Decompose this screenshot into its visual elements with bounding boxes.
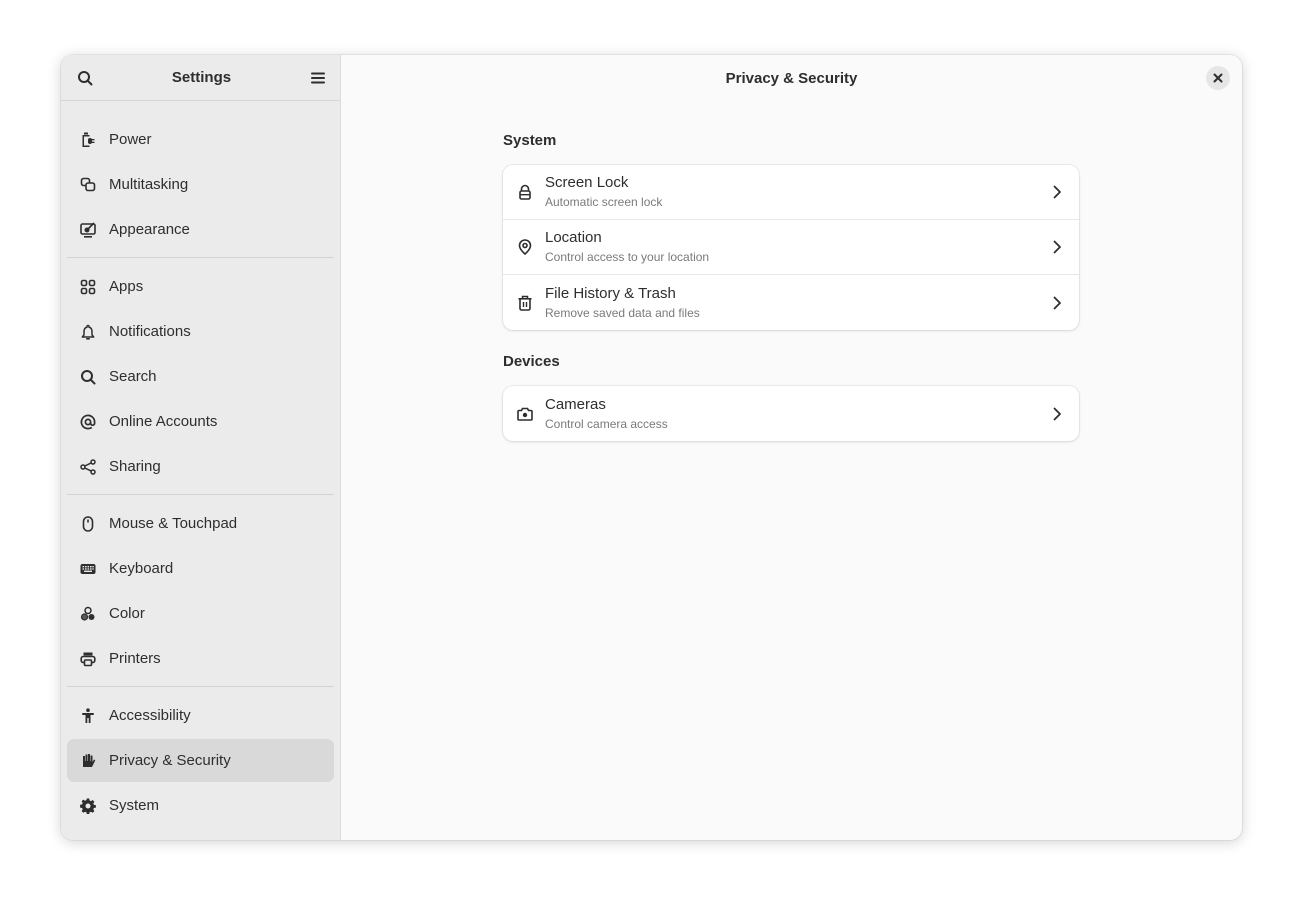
- close-button[interactable]: [1206, 66, 1230, 90]
- sidebar-item-label: Mouse & Touchpad: [109, 515, 238, 532]
- camera-icon: [517, 406, 533, 422]
- apps-grid-icon: [80, 279, 96, 295]
- row-file-history-trash[interactable]: File History & Trash Remove saved data a…: [503, 275, 1079, 330]
- row-cameras[interactable]: Cameras Control camera access: [503, 386, 1079, 441]
- row-title: File History & Trash: [545, 284, 676, 302]
- speaker-icon: [80, 101, 96, 103]
- sidebar-item-label: Printers: [109, 650, 161, 667]
- sidebar-item-keyboard[interactable]: Keyboard: [67, 547, 334, 590]
- sidebar-item-printers[interactable]: Printers: [67, 637, 334, 680]
- section-title-devices: Devices: [503, 353, 560, 370]
- system-list: Screen Lock Automatic screen lock Locati…: [503, 165, 1079, 330]
- gear-icon: [80, 798, 96, 814]
- sidebar-item-label: Sound: [109, 101, 152, 103]
- sidebar-item-label: Multitasking: [109, 176, 189, 193]
- hand-icon: [80, 753, 96, 769]
- hamburger-menu-icon: [310, 70, 326, 86]
- sidebar-item-label: Search: [109, 368, 157, 385]
- search-icon: [77, 70, 93, 86]
- row-title: Screen Lock: [545, 174, 629, 191]
- sidebar-item-label: Keyboard: [109, 560, 174, 577]
- sidebar-item-sharing[interactable]: Sharing: [67, 445, 334, 488]
- lock-icon: [517, 184, 533, 200]
- search-button[interactable]: [75, 68, 95, 88]
- sidebar-item-label: Appearance: [109, 221, 190, 238]
- row-location[interactable]: Location Control access to your location: [503, 220, 1079, 275]
- chevron-right-icon: [1049, 295, 1065, 311]
- sidebar-item-color[interactable]: Color: [67, 592, 334, 635]
- settings-window: Settings Sound Power Mu: [61, 55, 1242, 840]
- row-subtitle: Control access to your location: [545, 250, 710, 264]
- sidebar-item-appearance[interactable]: Appearance: [67, 208, 334, 251]
- keyboard-icon: [80, 561, 96, 577]
- content-header: Privacy & Security: [341, 55, 1242, 101]
- sidebar-item-search[interactable]: Search: [67, 355, 334, 398]
- location-pin-icon: [517, 239, 533, 255]
- sidebar-item-sound[interactable]: Sound: [67, 101, 334, 116]
- sidebar-header: Settings: [61, 55, 340, 101]
- sidebar-item-label: Accessibility: [109, 707, 191, 724]
- at-sign-icon: [80, 414, 96, 430]
- row-subtitle: Automatic screen lock: [545, 195, 663, 209]
- sidebar-item-label: Color: [109, 605, 145, 622]
- accessibility-icon: [80, 707, 96, 724]
- sidebar-item-power[interactable]: Power: [67, 118, 334, 161]
- sidebar-title: Settings: [171, 69, 232, 86]
- row-subtitle: Control camera access: [545, 416, 668, 431]
- sidebar-item-notifications[interactable]: Notifications: [67, 310, 334, 353]
- sidebar-item-online-accounts[interactable]: Online Accounts: [67, 400, 334, 443]
- sidebar-item-label: Notifications: [109, 323, 191, 340]
- chevron-right-icon: [1049, 406, 1065, 422]
- search-icon: [80, 369, 96, 385]
- row-title: Cameras: [545, 395, 606, 413]
- sidebar-item-label: System: [109, 797, 160, 814]
- sidebar-item-multitasking[interactable]: Multitasking: [67, 163, 334, 206]
- appearance-icon: [80, 221, 96, 238]
- sidebar-item-privacy-security[interactable]: Privacy & Security: [67, 739, 334, 782]
- row-title: Location: [545, 229, 602, 246]
- color-icon: [80, 606, 96, 622]
- sidebar-item-label: Apps: [109, 278, 144, 295]
- sidebar-item-label: Online Accounts: [109, 413, 218, 430]
- main-menu-button[interactable]: [308, 68, 328, 88]
- sidebar-item-accessibility[interactable]: Accessibility: [67, 694, 334, 737]
- mouse-icon: [80, 515, 96, 532]
- devices-list: Cameras Control camera access: [503, 386, 1079, 441]
- bell-icon: [80, 324, 96, 340]
- trash-icon: [517, 295, 533, 311]
- sidebar-separator: [67, 257, 334, 258]
- share-icon: [80, 458, 96, 475]
- sidebar: Settings Sound Power Mu: [61, 55, 341, 840]
- row-subtitle: Remove saved data and files: [545, 305, 700, 320]
- close-icon: [1213, 73, 1223, 83]
- sidebar-item-mouse-touchpad[interactable]: Mouse & Touchpad: [67, 502, 334, 545]
- sidebar-item-apps[interactable]: Apps: [67, 265, 334, 308]
- printer-icon: [80, 651, 96, 667]
- section-title-system: System: [503, 132, 557, 149]
- battery-plug-icon: [80, 132, 96, 148]
- sidebar-separator: [67, 494, 334, 495]
- sidebar-item-label: Power: [109, 131, 152, 148]
- sidebar-separator: [67, 686, 334, 687]
- sidebar-item-system[interactable]: System: [67, 784, 334, 827]
- row-screen-lock[interactable]: Screen Lock Automatic screen lock: [503, 165, 1079, 220]
- chevron-right-icon: [1049, 184, 1065, 200]
- page-title: Privacy & Security: [725, 69, 858, 87]
- windows-icon: [80, 177, 96, 193]
- preferences-page: System Screen Lock Automatic screen lock…: [503, 131, 1079, 463]
- sidebar-item-label: Privacy & Security: [109, 752, 231, 769]
- sidebar-list[interactable]: Sound Power Multitasking Appearance: [61, 101, 340, 840]
- chevron-right-icon: [1049, 239, 1065, 255]
- content-pane: Privacy & Security System Screen Lock Au…: [341, 55, 1242, 840]
- sidebar-item-label: Sharing: [109, 458, 161, 475]
